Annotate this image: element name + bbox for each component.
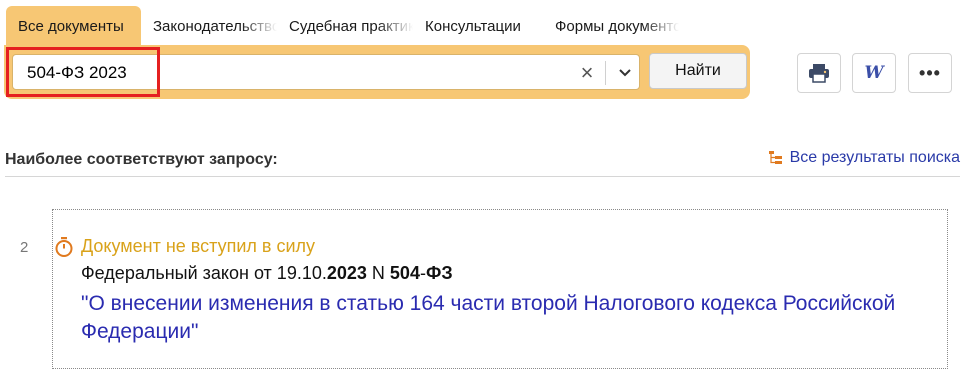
document-details: Федеральный закон от 19.10.2023 N 504-ФЗ: [81, 263, 453, 284]
print-button[interactable]: [797, 53, 841, 93]
tab-label: Судебная практика: [289, 17, 413, 35]
tab-document-forms[interactable]: Формы документов: [543, 6, 679, 46]
clear-icon[interactable]: ×: [573, 59, 601, 87]
doc-suffix: ФЗ: [425, 263, 453, 283]
tab-court-practice[interactable]: Судебная практика: [277, 6, 413, 46]
divider: [605, 61, 606, 85]
doc-type: Федеральный закон от 19.10.: [81, 263, 327, 283]
tab-legislation[interactable]: Законодательство: [141, 6, 277, 46]
stopwatch-icon: [55, 237, 73, 257]
printer-icon: [809, 64, 829, 83]
tree-list-icon: [768, 151, 782, 164]
more-button[interactable]: •••: [908, 53, 952, 93]
tab-all-documents[interactable]: Все документы: [6, 6, 141, 46]
doc-year: 2023: [326, 263, 367, 283]
more-icon: •••: [919, 62, 941, 83]
tab-consultations[interactable]: Консультации: [413, 6, 543, 46]
document-title-link[interactable]: "О внесении изменения в статью 164 части…: [81, 290, 941, 346]
tab-label: Все документы: [18, 17, 124, 35]
result-number: 2: [20, 239, 29, 256]
all-results-label: Все результаты поиска: [789, 149, 960, 166]
separator-line: [5, 176, 960, 177]
document-status: Документ не вступил в силу: [81, 236, 316, 256]
all-results-link[interactable]: Все результаты поиска: [768, 149, 960, 167]
word-export-button[interactable]: W: [852, 53, 896, 93]
document-type-tabs: Все документы Законодательство Судебная …: [6, 6, 679, 46]
chevron-down-icon[interactable]: [611, 59, 639, 87]
word-export-icon: W: [864, 63, 884, 83]
doc-n-prefix: N: [366, 263, 390, 283]
results-section-title: Наиболее соответствуют запросу:: [5, 151, 278, 168]
tab-label: Формы документов: [555, 17, 679, 35]
doc-number: 504: [389, 263, 420, 283]
find-button[interactable]: Найти: [649, 53, 747, 89]
tab-label: Законодательство: [153, 17, 277, 35]
tab-label: Консультации: [425, 17, 521, 35]
query-highlight-box: [6, 47, 160, 97]
